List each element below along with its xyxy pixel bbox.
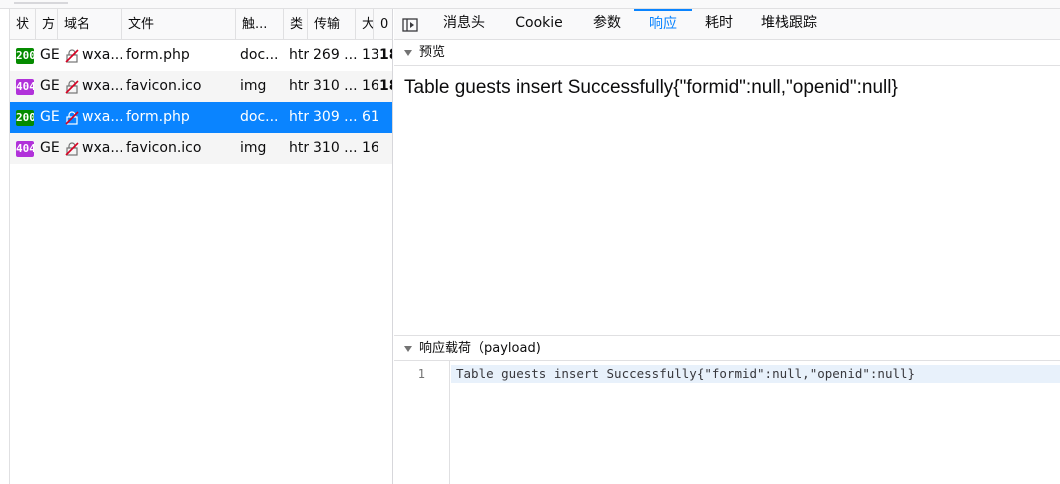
column-file[interactable]: 文件 <box>122 9 236 40</box>
column-transferred[interactable]: 传输 <box>308 9 356 40</box>
cell-initiator: doc... <box>240 47 279 63</box>
triangle-down-icon <box>404 346 412 352</box>
status-badge: 404 <box>16 141 34 157</box>
tab-timings[interactable]: 耗时 <box>692 9 746 40</box>
cell-domain: wxa... <box>82 78 122 94</box>
cell-extra: 18 <box>379 47 392 63</box>
request-details: 消息头 Cookie 参数 响应 耗时 堆栈跟踪 预览 Table guests… <box>394 9 1060 484</box>
tab-response[interactable]: 响应 <box>634 9 692 40</box>
cell-method: GE <box>40 140 60 156</box>
table-row[interactable]: 404 GE wxa...favicon.ico img htr310 ... 1618 <box>10 71 392 102</box>
column-type[interactable]: 类 <box>284 9 308 40</box>
preview-section-header[interactable]: 预览 <box>394 40 1060 66</box>
cell-extra <box>379 102 392 133</box>
request-list: 状 方 域名 文件 触... 类 传输 大 0 200 GE wxa... form.… <box>10 9 393 484</box>
request-list-header: 状 方 域名 文件 触... 类 传输 大 0 <box>10 9 392 40</box>
left-edge <box>0 9 10 484</box>
cell-transferred: 310 ... <box>313 140 357 156</box>
cell-extra <box>379 133 392 164</box>
cell-size: 13 <box>362 47 378 63</box>
column-status[interactable]: 状 <box>10 9 36 40</box>
table-row[interactable]: 200 GE wxa...form.php doc... htr309 ... 61 <box>10 102 392 133</box>
cell-file: form.php <box>126 47 190 63</box>
cell-type: htr <box>289 109 309 125</box>
cell-initiator: img <box>240 140 267 156</box>
editor-gutter: 1 <box>394 361 450 484</box>
cell-initiator: img <box>240 78 267 94</box>
triangle-down-icon <box>404 50 412 56</box>
cell-type: htr <box>289 78 309 94</box>
tab-params[interactable]: 参数 <box>580 9 634 40</box>
insecure-lock-icon <box>65 142 79 156</box>
cell-file: favicon.ico <box>126 78 202 94</box>
cell-size: 61 <box>362 109 378 125</box>
column-size[interactable]: 大 <box>356 9 374 40</box>
column-method[interactable]: 方 <box>36 9 58 40</box>
cell-domain: wxa... <box>82 140 122 156</box>
cell-extra: 18 <box>379 78 392 94</box>
column-initiator[interactable]: 触... <box>236 9 284 40</box>
sidebar-toggle-icon[interactable] <box>400 15 420 35</box>
status-badge: 404 <box>16 79 34 95</box>
tab-cookies[interactable]: Cookie <box>498 9 580 40</box>
code-line[interactable]: Table guests insert Successfully{"formid… <box>451 365 1060 383</box>
cell-method: GE <box>40 109 60 125</box>
tab-headers[interactable]: 消息头 <box>430 9 498 40</box>
devtools-network-panel: 状 方 域名 文件 触... 类 传输 大 0 200 GE wxa... form.… <box>0 0 1060 484</box>
toolbar-tab-stub[interactable] <box>14 0 68 4</box>
cell-method: GE <box>40 78 60 94</box>
cell-method: GE <box>40 47 60 63</box>
status-badge: 200 <box>16 110 34 126</box>
details-tabbar: 消息头 Cookie 参数 响应 耗时 堆栈跟踪 <box>394 9 1060 40</box>
payload-editor[interactable]: 1 Table guests insert Successfully{"form… <box>394 361 1060 484</box>
tab-stack-trace[interactable]: 堆栈跟踪 <box>746 9 832 40</box>
response-preview-text: Table guests insert Successfully{"formid… <box>404 77 898 98</box>
table-row[interactable]: 404 GE wxa...favicon.ico img htr310 ... 16 <box>10 133 392 164</box>
cell-type: htr <box>289 140 309 156</box>
cell-file: form.php <box>126 109 190 125</box>
insecure-lock-icon <box>65 49 79 63</box>
insecure-lock-icon <box>65 80 79 94</box>
cell-file: favicon.ico <box>126 140 202 156</box>
status-badge: 200 <box>16 48 34 64</box>
cell-transferred: 269 ... <box>313 47 357 63</box>
cell-initiator: doc... <box>240 109 279 125</box>
payload-label: 响应载荷（payload) <box>419 341 541 356</box>
cell-domain: wxa... <box>82 47 122 63</box>
preview-label: 预览 <box>419 45 446 60</box>
toolbar-strip <box>0 0 1060 9</box>
cell-size: 16 <box>362 78 378 94</box>
cell-type: htr <box>289 47 309 63</box>
payload-section-header[interactable]: 响应载荷（payload) <box>394 335 1060 361</box>
insecure-lock-icon <box>65 111 79 125</box>
cell-size: 16 <box>362 140 378 156</box>
line-number: 1 <box>417 367 425 381</box>
payload-code-text: Table guests insert Successfully{"formid… <box>456 366 916 381</box>
cell-transferred: 309 ... <box>313 109 357 125</box>
cell-transferred: 310 ... <box>313 78 357 94</box>
cell-domain: wxa... <box>82 109 122 125</box>
column-extra[interactable]: 0 <box>374 9 392 40</box>
table-row[interactable]: 200 GE wxa...form.php doc... htr269 ... 1318 <box>10 40 392 71</box>
column-domain[interactable]: 域名 <box>58 9 122 40</box>
